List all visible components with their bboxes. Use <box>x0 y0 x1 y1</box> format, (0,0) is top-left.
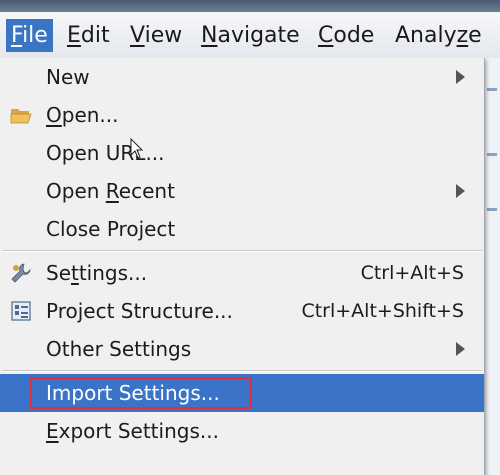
menu-item-open-label: Open... <box>46 96 119 134</box>
highlight-callout-box <box>30 377 252 409</box>
menu-item-open-rest: pen... <box>61 103 119 127</box>
menu-item-project-structure-label: Project Structure... <box>46 299 233 323</box>
editor-marker <box>487 88 497 91</box>
mouse-cursor-icon <box>130 137 144 160</box>
menu-item-project-structure-shortcut: Ctrl+Alt+Shift+S <box>301 300 464 322</box>
window-title-bar <box>0 0 500 12</box>
menu-code[interactable]: Code <box>318 19 374 52</box>
folder-open-icon <box>10 104 32 126</box>
menu-item-settings-pre: Se <box>46 261 71 285</box>
menu-edit[interactable]: Edit <box>67 19 110 52</box>
menu-code-label: ode <box>333 23 375 48</box>
menu-item-project-structure[interactable]: Project Structure... Ctrl+Alt+Shift+S <box>0 292 484 330</box>
menu-file-mnemonic: F <box>11 23 23 48</box>
submenu-arrow-icon <box>456 70 465 84</box>
editor-marker <box>487 208 497 211</box>
menu-item-open-recent-mnemonic: R <box>105 179 119 203</box>
menu-navigate-label: avigate <box>217 23 300 48</box>
menu-item-settings-post: tings... <box>78 261 148 285</box>
menu-view[interactable]: View <box>130 19 182 52</box>
menu-view-mnemonic: V <box>130 23 145 48</box>
menu-edit-label: dit <box>80 23 110 48</box>
menu-item-export-settings-rest: xport Settings... <box>58 419 219 443</box>
menu-analyze-mnemonic: z <box>456 23 469 48</box>
menu-item-open[interactable]: Open... <box>0 96 484 134</box>
menu-item-new[interactable]: New <box>0 58 484 96</box>
wrench-icon <box>10 262 32 284</box>
menu-item-other-settings[interactable]: Other Settings <box>0 330 484 368</box>
menu-item-settings[interactable]: Settings... Ctrl+Alt+S <box>0 254 484 292</box>
menu-item-open-recent-pre: Open <box>46 179 106 203</box>
menu-file-label: ile <box>22 23 48 48</box>
menu-item-import-settings[interactable]: Import Settings... <box>0 374 484 412</box>
submenu-arrow-icon <box>456 342 465 356</box>
menu-navigate-mnemonic: N <box>201 23 218 48</box>
menu-item-settings-shortcut: Ctrl+Alt+S <box>360 262 464 284</box>
menu-bar: File Edit View Navigate Code Analyze <box>0 12 500 59</box>
menu-item-open-recent[interactable]: Open Recent <box>0 172 484 210</box>
menu-item-close-project[interactable]: Close Project <box>0 210 484 248</box>
menu-edit-mnemonic: E <box>67 23 81 48</box>
menu-view-label: iew <box>144 23 183 48</box>
menu-item-close-project-label: Close Project <box>46 217 176 241</box>
menu-navigate[interactable]: Navigate <box>201 19 300 52</box>
menu-item-settings-mnemonic: t <box>71 261 79 285</box>
editor-edge <box>484 58 500 475</box>
menu-analyze-label-end: e <box>468 23 482 48</box>
menu-item-export-settings[interactable]: Export Settings... <box>0 412 484 450</box>
menu-separator <box>2 370 482 372</box>
menu-item-open-url-label: Open URL... <box>46 141 165 165</box>
editor-marker <box>487 153 497 156</box>
menu-code-mnemonic: C <box>318 23 334 48</box>
menu-separator <box>2 250 482 252</box>
project-structure-icon <box>10 300 32 322</box>
menu-item-open-recent-label: Open Recent <box>46 172 175 210</box>
menu-file[interactable]: File <box>6 19 53 52</box>
menu-item-open-url[interactable]: Open URL... <box>0 134 484 172</box>
menu-analyze-label-start: Analy <box>395 23 457 48</box>
menu-item-settings-label: Settings... <box>46 254 147 292</box>
menu-item-open-mnemonic: O <box>46 103 62 127</box>
menu-analyze[interactable]: Analyze <box>395 19 482 52</box>
file-menu-dropdown: New Open... Open URL... Open Recent Clos… <box>0 58 485 475</box>
menu-item-open-recent-post: ecent <box>118 179 175 203</box>
menu-item-new-label: New <box>46 65 90 89</box>
menu-item-export-settings-label: Export Settings... <box>46 412 219 450</box>
menu-item-other-settings-label: Other Settings <box>46 337 192 361</box>
menu-item-export-settings-mnemonic: E <box>46 419 59 443</box>
submenu-arrow-icon <box>456 184 465 198</box>
